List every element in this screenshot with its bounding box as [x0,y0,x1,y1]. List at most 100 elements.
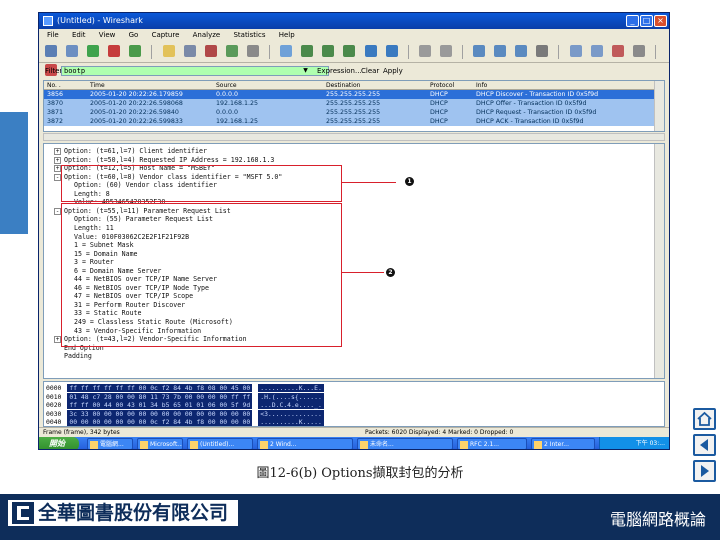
next-slide-button[interactable] [693,460,716,482]
restart-capture-icon[interactable] [129,45,142,57]
details-scrollbar[interactable] [654,144,664,378]
collapse-icon[interactable]: - [54,173,61,181]
menu-statistics[interactable]: Statistics [233,31,265,39]
hex-ascii[interactable]: ..........K..... [258,418,324,426]
apply-button[interactable]: Apply [383,64,403,78]
minimize-button[interactable]: _ [626,15,639,27]
filter-input[interactable]: bootp [61,66,329,76]
window-icon [140,441,148,449]
reload-icon[interactable] [225,45,238,57]
zoom-out-icon[interactable] [494,45,507,57]
expand-icon[interactable]: + [54,336,61,344]
column-source[interactable]: Source [216,81,237,90]
packet-row[interactable]: 3871 2005-01-20 20:22:26.59840 0.0.0.0 255.… [44,108,664,117]
close-file-icon[interactable] [204,45,217,57]
packet-row[interactable]: 3872 2005-01-20 20:22:26.599833 192.168.1.… [44,117,664,126]
cell-protocol: DHCP [430,118,448,125]
taskbar-button-label: 電腦網... [100,441,124,448]
taskbar-button[interactable]: 2 Wind... [257,438,353,449]
close-button[interactable]: × [654,15,667,27]
auto-scroll-icon[interactable] [439,45,452,57]
hex-ascii[interactable]: <3.............. [258,409,324,418]
cell-time: 2005-01-20 20:22:26.598068 [90,100,183,107]
cell-source: 0.0.0.0 [216,91,239,98]
taskbar-button[interactable]: 電腦網... [87,438,133,449]
zoom-in-icon[interactable] [473,45,486,57]
packet-row[interactable]: 3856 2005-01-20 20:22:26.179859 0.0.0.0 255… [44,90,664,99]
start-capture-icon[interactable] [87,45,100,57]
menu-file[interactable]: File [47,31,59,39]
display-filters-icon[interactable] [590,45,603,57]
column-no[interactable]: No. . [47,81,61,90]
find-packet-icon[interactable] [280,45,293,57]
hex-bytes[interactable]: 3c 33 00 00 00 00 00 00 00 00 00 00 00 0… [67,409,253,418]
taskbar-button[interactable]: (Untitled)... [187,438,253,449]
hex-bytes[interactable]: 01 48 c7 28 00 00 80 11 73 7b 00 00 00 0… [67,392,253,401]
resize-columns-icon[interactable] [536,45,549,57]
start-button[interactable]: 開始 [39,437,79,449]
interfaces-icon[interactable] [45,45,57,57]
cell-info: DHCP Offer - Transaction ID 0x5f9d [476,100,587,107]
maximize-button[interactable]: □ [640,15,653,27]
print-icon[interactable] [246,45,259,57]
clear-button[interactable]: Clear [361,64,379,78]
previous-slide-button[interactable] [693,434,716,456]
first-packet-icon[interactable] [364,45,377,57]
expression-button[interactable]: Expression... [317,64,362,78]
preferences-icon[interactable] [632,45,645,57]
horizontal-scrollbar[interactable] [43,133,665,141]
hex-line: 0010 01 48 c7 28 00 00 80 11 73 7b 00 00 … [46,392,324,401]
go-forward-icon[interactable] [322,45,335,57]
column-info[interactable]: Info [476,81,487,90]
menu-help[interactable]: Help [279,31,295,39]
triangle-left-icon [700,439,708,451]
chevron-down-icon[interactable]: ▼ [301,66,310,76]
column-protocol[interactable]: Protocol [430,81,454,90]
capture-options-icon[interactable] [66,45,79,57]
packet-list-pane[interactable]: No. . Time Source Destination Protocol I… [43,80,665,132]
hex-ascii[interactable]: ..........K...E. [258,384,324,392]
taskbar-button[interactable]: 未命名... [357,438,453,449]
stop-capture-icon[interactable] [108,45,121,57]
colorize-icon[interactable] [418,45,431,57]
hex-bytes[interactable]: 00 00 00 00 00 00 00 0c f2 84 4b f8 00 0… [67,418,253,426]
detail-tree-item[interactable]: + Option: (t=61,l=7) Client identifier [54,147,207,155]
column-time[interactable]: Time [90,81,105,90]
normal-size-icon[interactable] [515,45,528,57]
hex-ascii[interactable]: ...D.C.4.e...._. [258,401,324,409]
column-destination[interactable]: Destination [326,81,360,90]
expand-icon[interactable]: + [54,165,61,173]
go-to-packet-icon[interactable] [343,45,356,57]
detail-tree-item[interactable]: Padding [64,352,92,360]
taskbar-button[interactable]: Microsoft... [137,438,183,449]
packet-row[interactable]: 3870 2005-01-20 20:22:26.598068 192.168.1.… [44,99,664,108]
collapse-icon[interactable]: - [54,207,61,215]
hex-bytes[interactable]: ff ff 00 44 00 43 01 34 b5 65 01 01 06 0… [67,401,253,409]
taskbar-button[interactable]: 2 Inter... [531,438,595,449]
coloring-rules-icon[interactable] [611,45,624,57]
expand-icon[interactable]: + [54,148,61,155]
detail-tree-item[interactable]: + Option: (t=50,l=4) Requested IP Address… [54,156,274,164]
triangle-right-icon [701,465,709,477]
taskbar-button-label: 未命名... [370,441,394,448]
save-file-icon[interactable] [183,45,196,57]
open-file-icon[interactable] [162,45,175,57]
hex-offset: 0040 [46,418,62,426]
packet-list-scrollbar[interactable] [654,81,664,131]
hex-ascii[interactable]: .H.(....s{...... [258,392,324,401]
hex-offset: 0020 [46,401,62,409]
menu-view[interactable]: View [99,31,116,39]
menu-go[interactable]: Go [129,31,139,39]
menu-analyze[interactable]: Analyze [193,31,221,39]
go-back-icon[interactable] [301,45,314,57]
packet-bytes-pane[interactable]: 0000 ff ff ff ff ff ff 00 0c f2 84 4b f8 … [43,381,665,427]
home-button[interactable] [693,408,716,430]
last-packet-icon[interactable] [385,45,398,57]
hex-bytes[interactable]: ff ff ff ff ff ff 00 0c f2 84 4b f8 08 0… [67,384,253,392]
expand-icon[interactable]: + [54,156,61,164]
menu-edit[interactable]: Edit [72,31,86,39]
hex-line: 0000 ff ff ff ff ff ff 00 0c f2 84 4b f8 … [46,384,324,392]
capture-filters-icon[interactable] [569,45,582,57]
menu-capture[interactable]: Capture [152,31,180,39]
taskbar-button[interactable]: RFC 2.1... [457,438,527,449]
